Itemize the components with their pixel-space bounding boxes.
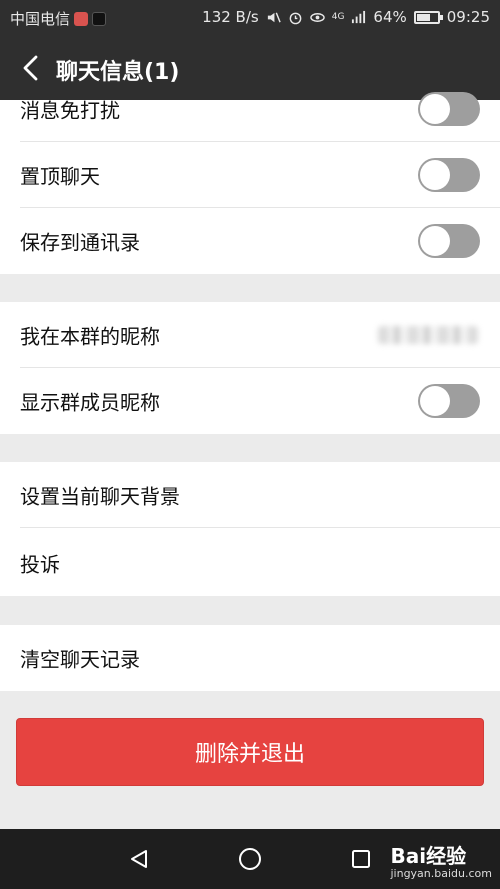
show-nicknames-label: 显示群成员昵称	[20, 390, 160, 415]
signal-icon	[352, 10, 366, 23]
delete-and-exit-button[interactable]: 删除并退出	[16, 718, 484, 786]
nav-back-button[interactable]	[124, 844, 154, 874]
row-clear-history[interactable]: 清空聊天记录	[0, 625, 500, 691]
nickname-value-blurred	[378, 326, 478, 344]
pin-chat-toggle[interactable]	[418, 158, 480, 192]
triangle-back-icon	[131, 850, 147, 868]
network-speed: 132 B/s	[202, 8, 259, 26]
settings-section-clear: 清空聊天记录	[0, 625, 500, 691]
circle-home-icon	[239, 848, 261, 870]
settings-section-misc: 设置当前聊天背景 投诉	[0, 462, 500, 596]
row-save-contacts: 保存到通讯录	[0, 208, 500, 274]
row-show-nicknames: 显示群成员昵称	[0, 368, 500, 434]
battery-icon	[413, 10, 443, 24]
battery-percent: 64%	[373, 8, 407, 26]
nav-home-button[interactable]	[235, 844, 265, 874]
my-nickname-label: 我在本群的昵称	[20, 324, 160, 349]
report-label: 投诉	[20, 552, 60, 577]
mute-label: 消息免打扰	[20, 98, 120, 123]
notification-app-icon	[74, 11, 89, 26]
nav-recents-button[interactable]	[346, 844, 376, 874]
system-nav-bar: Bai经验 jingyan.baidu.com	[0, 829, 500, 889]
clear-history-label: 清空聊天记录	[20, 647, 140, 672]
pin-chat-label: 置顶聊天	[20, 164, 100, 189]
baidu-jingyan-watermark: Bai经验 jingyan.baidu.com	[390, 846, 492, 883]
network-type: 4G	[331, 12, 345, 22]
mute-toggle[interactable]	[418, 92, 480, 126]
carrier-label: 中国电信	[10, 10, 71, 28]
settings-section-nickname: 我在本群的昵称 显示群成员昵称	[0, 302, 500, 434]
row-report[interactable]: 投诉	[0, 530, 500, 596]
save-contacts-label: 保存到通讯录	[20, 230, 140, 255]
status-bar: 中国电信 132 B/s 4G 64% 09:25	[0, 0, 500, 36]
row-chat-background[interactable]: 设置当前聊天背景	[0, 462, 500, 528]
mute-icon	[267, 12, 281, 22]
settings-section-chat: 消息免打扰 置顶聊天 保存到通讯录	[0, 92, 500, 274]
clock: 09:25	[446, 8, 490, 26]
watermark-url: jingyan.baidu.com	[390, 867, 492, 880]
show-nicknames-toggle[interactable]	[418, 384, 480, 418]
chat-background-label: 设置当前聊天背景	[20, 484, 180, 509]
row-pin-chat: 置顶聊天	[0, 142, 500, 208]
row-my-nickname[interactable]: 我在本群的昵称	[0, 302, 500, 368]
square-recents-icon	[352, 850, 370, 868]
row-mute: 消息免打扰	[0, 76, 500, 142]
save-contacts-toggle[interactable]	[418, 224, 480, 258]
alarm-icon	[289, 12, 302, 24]
tiktok-icon	[92, 11, 107, 26]
eye-icon	[309, 12, 325, 22]
